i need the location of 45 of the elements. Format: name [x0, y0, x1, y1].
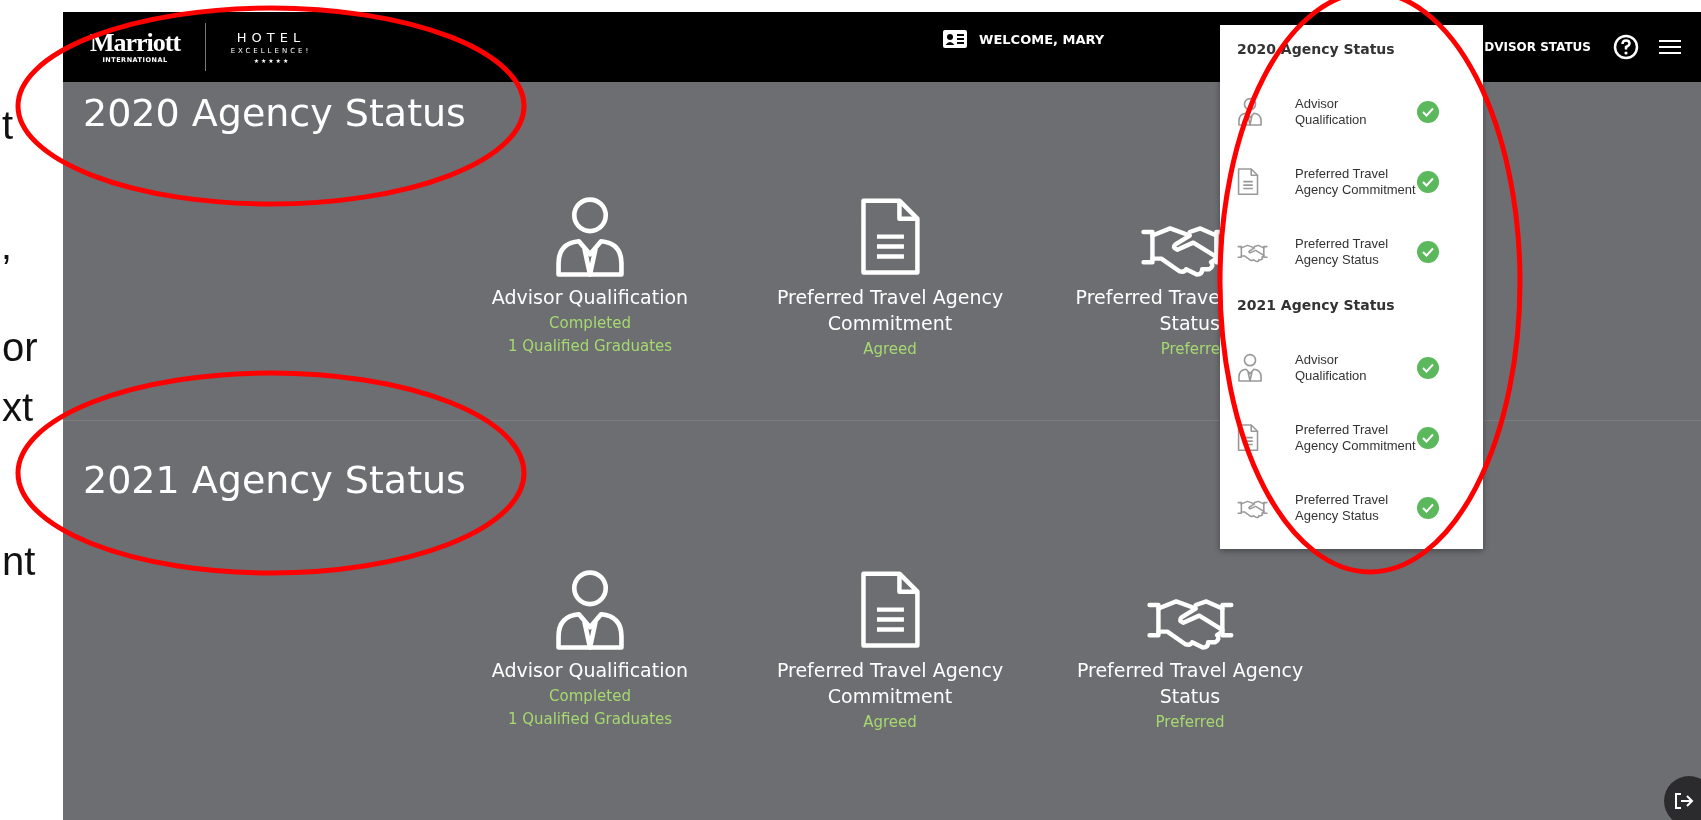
- status-text: Agreed: [863, 712, 917, 733]
- section-title: 2021 Agency Status: [83, 457, 466, 503]
- status-text: Completed: [549, 686, 631, 707]
- slide-text: or: [2, 325, 38, 369]
- dropdown-heading: 2020 Agency Status: [1236, 40, 1396, 59]
- card-title: Preferred Travel Agency: [776, 285, 1004, 310]
- card-title: Preferred Travel Agency: [776, 658, 1004, 683]
- dropdown-item[interactable]: Preferred Travel Agency Commitment: [1295, 166, 1417, 198]
- person-icon: [553, 194, 627, 278]
- nav-link[interactable]: DVISOR STATUS: [1484, 40, 1591, 54]
- dropdown-item[interactable]: Advisor Qualification: [1295, 352, 1417, 384]
- menu-icon[interactable]: [1659, 38, 1681, 56]
- card-title: Commitment: [827, 311, 953, 336]
- slide-text: ’: [2, 247, 11, 291]
- document-icon: [1237, 423, 1260, 453]
- card-title: Preferred Trave: [1075, 285, 1220, 310]
- status-text: 1 Qualified Graduates: [507, 709, 673, 730]
- card-title: Advisor Qualification: [491, 658, 689, 683]
- document-icon: [1237, 167, 1260, 197]
- card-title: Status: [1159, 311, 1220, 336]
- status-text: Preferred: [1155, 712, 1225, 733]
- status-text: Agreed: [863, 339, 917, 360]
- person-icon: [553, 567, 627, 651]
- dropdown-item[interactable]: Preferred Travel Agency Commitment: [1295, 422, 1417, 454]
- dropdown-item[interactable]: Preferred Travel Agency Status: [1295, 236, 1417, 268]
- card-title: Status: [1159, 684, 1221, 709]
- slide-text: xt: [2, 385, 34, 429]
- logout-icon: [1674, 792, 1694, 810]
- welcome-text: WELCOME, MARY: [979, 31, 1105, 47]
- slide-text: nt: [2, 539, 36, 583]
- status-text: Completed: [549, 313, 631, 334]
- person-icon: [1237, 353, 1263, 383]
- id-card-icon: [943, 30, 968, 48]
- card-title: Preferred Travel Agency: [1076, 658, 1304, 683]
- section-title: 2020 Agency Status: [83, 90, 466, 136]
- status-text: Preferre: [1160, 339, 1220, 360]
- dropdown-item[interactable]: Preferred Travel Agency Status: [1295, 492, 1417, 524]
- person-icon: [1237, 97, 1263, 127]
- dropdown-heading: 2021 Agency Status: [1236, 296, 1396, 315]
- card-title: Advisor Qualification: [491, 285, 689, 310]
- help-icon[interactable]: [1613, 34, 1639, 60]
- slide-text: t: [2, 103, 14, 147]
- dropdown-item[interactable]: Advisor Qualification: [1295, 96, 1417, 128]
- card-title: Commitment: [827, 684, 953, 709]
- status-text: 1 Qualified Graduates: [507, 336, 673, 357]
